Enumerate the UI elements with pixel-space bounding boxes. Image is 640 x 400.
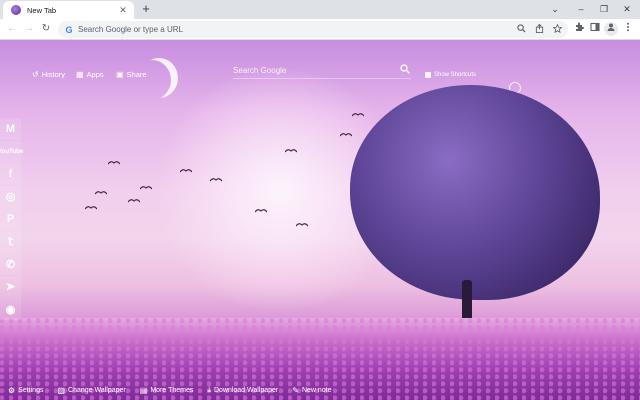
new-tab-button[interactable]: + [139, 2, 153, 16]
bird [95, 191, 107, 195]
bird [255, 209, 267, 213]
apps-label: Apps [86, 70, 104, 79]
forward-button[interactable]: → [22, 22, 36, 36]
settings-button[interactable]: ⚙ Settings [8, 386, 43, 395]
download-icon: ⤓ [207, 385, 211, 394]
bird [85, 206, 97, 210]
tab-close-icon[interactable]: ✕ [118, 5, 128, 16]
restore-button[interactable]: ❐ [597, 2, 611, 16]
pinterest-icon[interactable]: P [0, 208, 21, 230]
tab-favicon-icon [11, 5, 21, 15]
download-wallpaper-button[interactable]: ⤓ Download Wallpaper [207, 385, 278, 395]
download-wallpaper-label: Download Wallpaper [213, 386, 279, 394]
note-icon: ✎ [292, 385, 299, 395]
bird [340, 133, 352, 137]
bird [352, 113, 364, 117]
whatsapp-icon[interactable]: ✆ [0, 253, 21, 275]
reload-button[interactable]: ↻ [39, 22, 53, 36]
show-shortcuts-label: Show Shortcuts [434, 72, 477, 78]
omnibox[interactable]: G Search Google or type a URL [58, 21, 568, 38]
side-panel-icon[interactable] [588, 22, 602, 36]
tab-new-tab[interactable]: New Tab ✕ [3, 1, 134, 19]
bird [210, 178, 222, 182]
bird [180, 169, 192, 173]
extensions-icon[interactable] [572, 22, 586, 36]
bird [285, 149, 297, 153]
tab-search-dropdown-icon[interactable]: ⌄ [548, 2, 562, 16]
share-link[interactable]: ▣ Share [116, 70, 147, 79]
telegram-icon[interactable]: ➤ [0, 275, 21, 298]
new-note-label: New note [301, 386, 332, 394]
settings-label: Settings [18, 386, 44, 394]
facebook-icon[interactable]: f [0, 163, 21, 185]
history-label: History [41, 70, 66, 79]
profile-icon[interactable] [604, 22, 618, 36]
tab-title: New Tab [27, 5, 57, 15]
share-icon[interactable] [532, 23, 546, 35]
change-wallpaper-button[interactable]: ▨ Change Wallpaper [57, 386, 125, 395]
share-icon: ▣ [116, 70, 124, 79]
tree-canopy [350, 85, 600, 300]
show-shortcuts-toggle[interactable]: Show Shortcuts [425, 72, 476, 78]
search-input[interactable] [233, 66, 399, 75]
image-icon: ▨ [57, 385, 66, 395]
gear-icon: ⚙ [8, 385, 16, 395]
bird [296, 223, 308, 227]
zoom-icon[interactable] [514, 24, 528, 35]
tab-strip: New Tab ✕ + ⌄ – ❐ ✕ [0, 0, 640, 19]
gmail-icon[interactable]: M [0, 118, 21, 140]
search-icon[interactable] [399, 64, 411, 77]
bird [128, 199, 140, 203]
social-sidebar: M YouTube f ◎ P 𝕥 ✆ ➤ ◉ [0, 118, 23, 321]
history-link[interactable]: ↺ History [32, 70, 65, 79]
share-label: Share [126, 70, 147, 79]
new-note-button[interactable]: ✎ New note [292, 386, 331, 395]
new-tab-page: ↺ History ▦ Apps ▣ Share Show Shortcuts … [0, 40, 640, 400]
instagram-icon[interactable]: ◎ [0, 185, 21, 208]
history-icon: ↺ [32, 70, 39, 79]
more-themes-label: More Themes [150, 386, 194, 394]
bottom-bar: ⚙ Settings ▨ Change Wallpaper ▤ More The… [0, 380, 640, 400]
more-themes-button[interactable]: ▤ More Themes [140, 386, 194, 395]
twitter-icon[interactable]: 𝕥 [0, 230, 21, 253]
apps-grid-icon: ▦ [76, 70, 84, 79]
shortcuts-checkbox-icon[interactable] [425, 72, 431, 78]
google-g-icon: G [65, 24, 73, 35]
apps-link[interactable]: ▦ Apps [76, 70, 104, 79]
bookmark-star-icon[interactable] [550, 23, 564, 35]
google-search-box[interactable] [233, 63, 411, 79]
youtube-icon[interactable]: YouTube [0, 140, 23, 163]
browser-toolbar: ← → ↻ G Search Google or type a URL [0, 19, 640, 40]
back-button[interactable]: ← [5, 22, 19, 36]
menu-icon[interactable] [621, 22, 635, 36]
reddit-icon[interactable]: ◉ [0, 298, 21, 320]
bird [108, 161, 120, 165]
minimize-button[interactable]: – [574, 2, 588, 16]
bird [140, 186, 152, 190]
close-window-button[interactable]: ✕ [620, 2, 634, 16]
omnibox-input[interactable]: Search Google or type a URL [78, 25, 514, 34]
themes-icon: ▤ [139, 385, 148, 395]
change-wallpaper-label: Change Wallpaper [68, 386, 126, 394]
